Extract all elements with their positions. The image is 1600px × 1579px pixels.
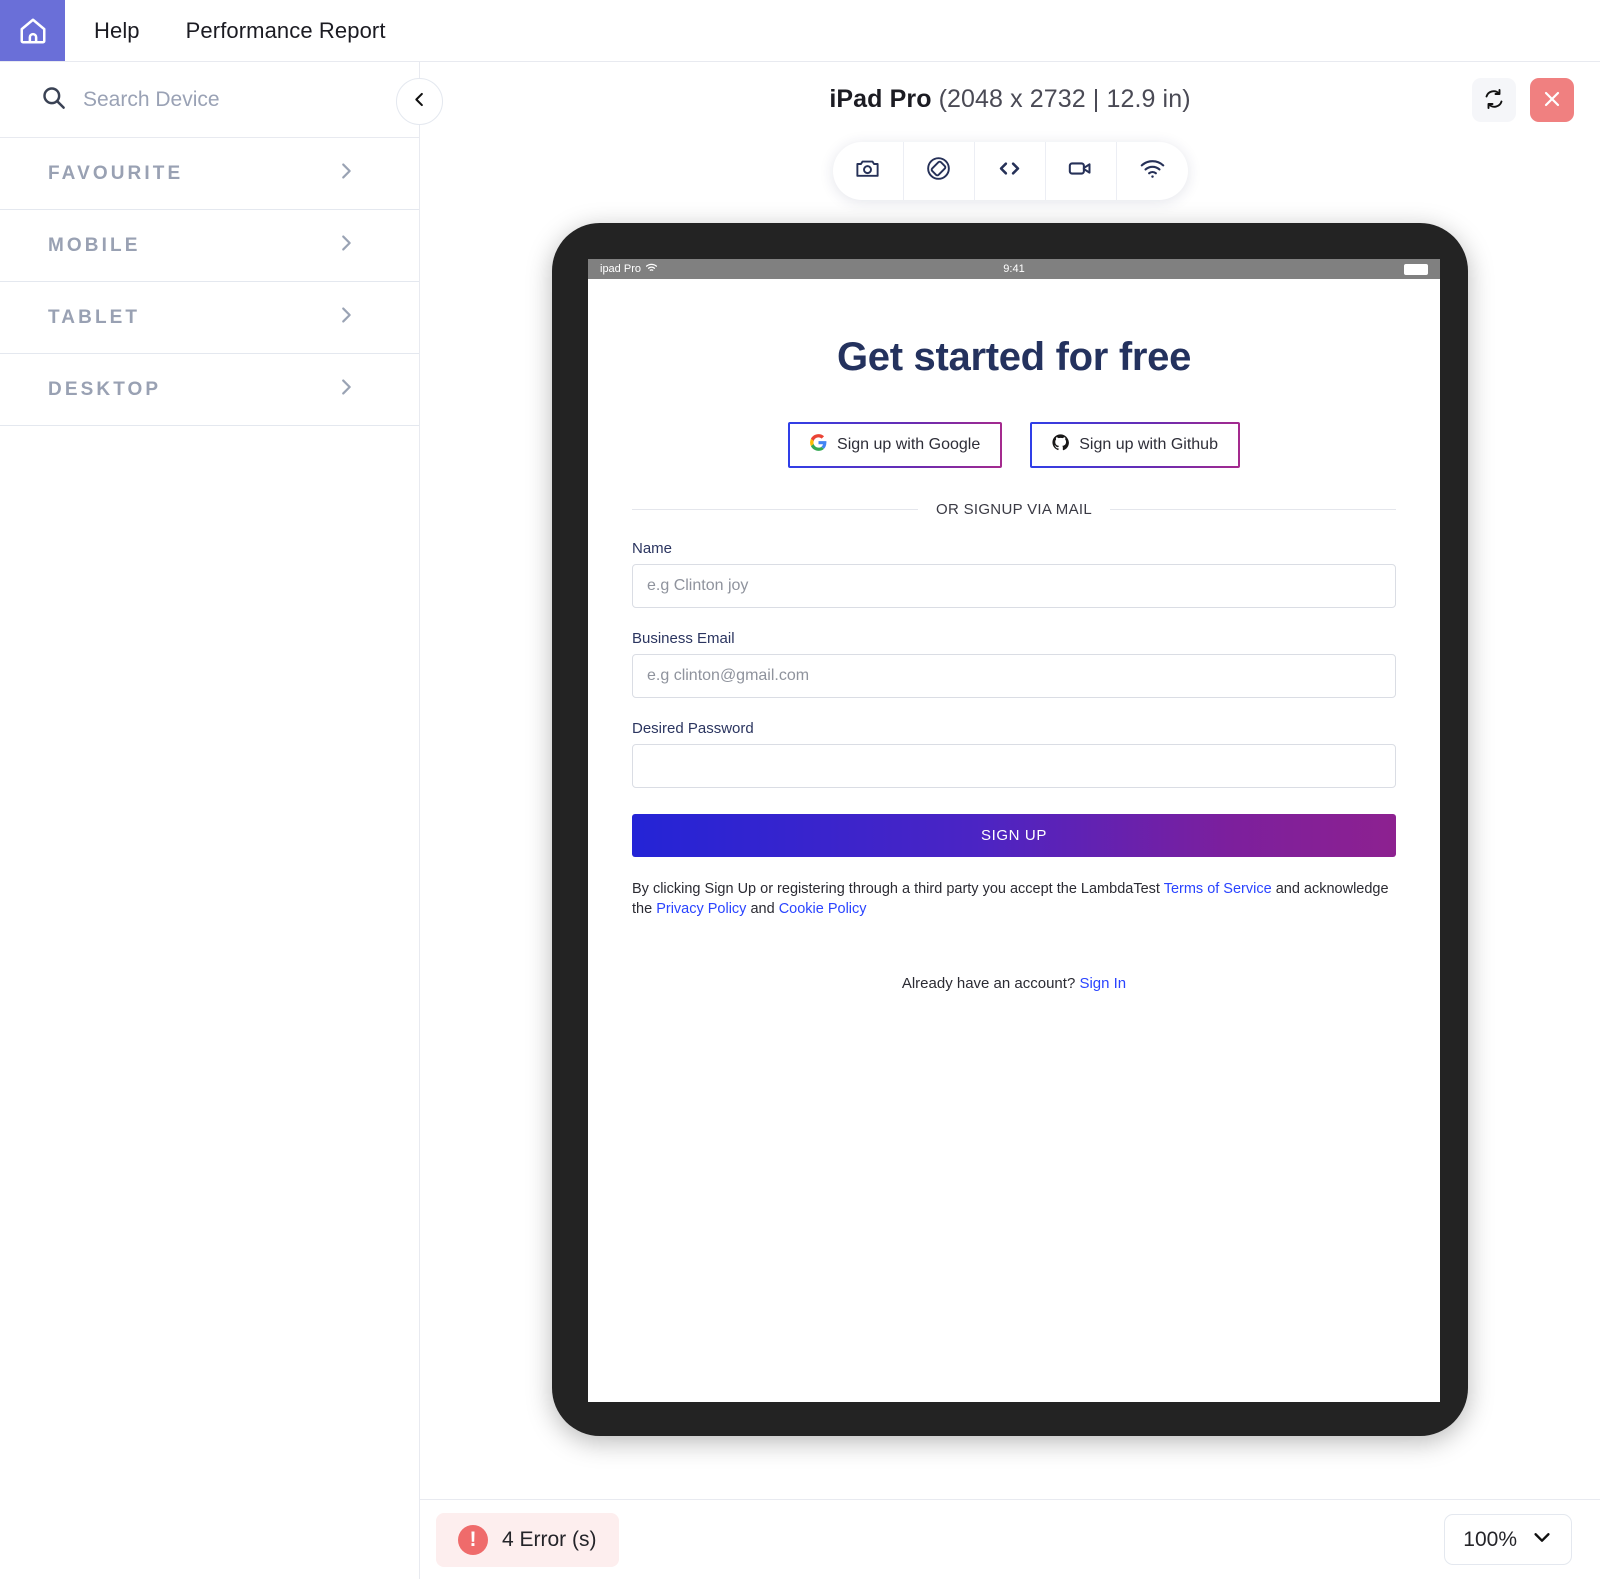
sidebar-item-favourite[interactable]: FAVOURITE	[0, 138, 419, 210]
rotate-device-icon	[925, 155, 952, 187]
signup-with-github-label: Sign up with Github	[1079, 436, 1218, 453]
stage-header: iPad Pro (2048 x 2732 | 12.9 in)	[420, 62, 1600, 136]
signup-heading: Get started for free	[836, 335, 1192, 379]
network-throttle-button[interactable]	[1117, 142, 1188, 200]
device-statusbar: ipad Pro 9:41	[588, 259, 1440, 279]
divider-line-right	[1110, 509, 1397, 510]
search-device-row	[0, 62, 419, 138]
device-screen[interactable]: ipad Pro 9:41 Get started for free Sign …	[588, 259, 1440, 1402]
page-title: iPad Pro (2048 x 2732 | 12.9 in)	[829, 85, 1190, 114]
screenshot-button[interactable]	[833, 142, 904, 200]
sidebar-item-tablet[interactable]: TABLET	[0, 282, 419, 354]
device-sidebar: FAVOURITE MOBILE TABLET DESKTOP	[0, 62, 443, 1579]
divider-line-left	[632, 509, 918, 510]
close-icon	[1540, 87, 1564, 114]
statusbar-carrier: ipad Pro	[600, 263, 641, 275]
sidebar-item-label: TABLET	[48, 306, 141, 328]
divider-label: OR SIGNUP VIA MAIL	[936, 501, 1093, 518]
ipad-pro-frame: ipad Pro 9:41 Get started for free Sign …	[552, 223, 1468, 1436]
sign-in-prompt: Already have an account?	[901, 975, 1080, 993]
zoom-level-select[interactable]: 100%	[1444, 1514, 1572, 1565]
cookie-policy-link[interactable]: Cookie Policy	[779, 901, 867, 917]
chevron-down-icon	[1531, 1526, 1553, 1553]
screenshot-icon	[854, 155, 881, 187]
privacy-policy-link[interactable]: Privacy Policy	[656, 901, 746, 917]
status-bottom-bar: ! 4 Error (s) 100%	[420, 1499, 1600, 1579]
desired-password-input[interactable]	[632, 744, 1396, 788]
record-video-button[interactable]	[1046, 142, 1117, 200]
rotate-device-button[interactable]	[904, 142, 975, 200]
sidebar-collapse-button[interactable]	[396, 78, 443, 125]
network-throttle-icon	[1139, 155, 1166, 187]
sign-in-row: Already have an account? Sign In	[632, 975, 1396, 992]
business-email-input[interactable]	[632, 654, 1396, 698]
sign-up-button[interactable]: SIGN UP	[632, 814, 1396, 857]
name-input[interactable]	[632, 564, 1396, 608]
search-icon	[40, 84, 67, 116]
chevron-right-icon	[335, 232, 357, 259]
close-button[interactable]	[1530, 78, 1574, 122]
device-area: ipad Pro 9:41 Get started for free Sign …	[420, 200, 1600, 1499]
home-icon	[18, 16, 48, 46]
legal-text: By clicking Sign Up or registering throu…	[632, 880, 1396, 919]
refresh-icon	[1482, 87, 1506, 114]
device-toolbar	[832, 142, 1188, 200]
signup-page: Get started for free Sign up with Google…	[588, 279, 1440, 992]
error-count-label: 4 Error (s)	[502, 1527, 597, 1551]
business-email-field-group: Business Email	[632, 630, 1396, 698]
battery-icon	[1404, 263, 1429, 275]
body-wrapper: FAVOURITE MOBILE TABLET DESKTOP	[0, 62, 1600, 1579]
stage-header-actions	[1472, 78, 1574, 122]
zoom-level-value: 100%	[1463, 1527, 1517, 1551]
github-icon	[1052, 434, 1070, 456]
sidebar-item-mobile[interactable]: MOBILE	[0, 210, 419, 282]
alert-icon: !	[458, 1524, 488, 1555]
chevron-right-icon	[335, 160, 357, 187]
desired-password-field-group: Desired Password	[632, 720, 1396, 788]
device-toolbar-wrapper	[420, 142, 1600, 200]
name-field-group: Name	[632, 540, 1396, 608]
error-count-badge[interactable]: ! 4 Error (s)	[436, 1512, 619, 1567]
business-email-field-label: Business Email	[632, 630, 735, 647]
nav-link-performance-report[interactable]: Performance Report	[186, 18, 386, 44]
sidebar-item-label: DESKTOP	[48, 378, 162, 400]
refresh-button[interactable]	[1472, 78, 1516, 122]
device-spec: (2048 x 2732 | 12.9 in)	[938, 84, 1191, 113]
record-video-icon	[1067, 155, 1094, 187]
legal-part-3: and	[746, 900, 779, 917]
desired-password-field-label: Desired Password	[632, 720, 754, 737]
sign-in-link[interactable]: Sign In	[1079, 975, 1126, 992]
social-signup-row: Sign up with Google Sign up with Github	[632, 422, 1396, 468]
top-app-bar: Help Performance Report	[0, 0, 1600, 62]
code-inspector-button[interactable]	[975, 142, 1046, 200]
chevron-left-icon	[410, 90, 429, 114]
terms-of-service-link[interactable]: Terms of Service	[1164, 881, 1272, 897]
legal-part-1: By clicking Sign Up or registering throu…	[632, 881, 1164, 897]
sidebar-item-desktop[interactable]: DESKTOP	[0, 354, 419, 426]
chevron-right-icon	[335, 304, 357, 331]
device-name: iPad Pro	[829, 84, 932, 113]
chevron-right-icon	[335, 376, 357, 403]
device-stage: iPad Pro (2048 x 2732 | 12.9 in) ipad Pr…	[420, 62, 1600, 1579]
statusbar-time: 9:41	[1003, 263, 1025, 275]
statusbar-left: ipad Pro	[600, 261, 1003, 277]
code-inspector-icon	[995, 154, 1024, 188]
name-field-label: Name	[632, 540, 673, 557]
signup-with-google-button[interactable]: Sign up with Google	[788, 422, 1003, 468]
wifi-icon	[645, 261, 658, 277]
signup-with-github-button[interactable]: Sign up with Github	[1030, 422, 1240, 468]
or-divider: OR SIGNUP VIA MAIL	[632, 501, 1397, 518]
signup-with-google-label: Sign up with Google	[837, 436, 981, 453]
appbar-links: Help Performance Report	[65, 0, 386, 61]
statusbar-right	[1025, 263, 1429, 275]
sidebar-item-label: MOBILE	[48, 234, 141, 256]
home-button[interactable]	[0, 0, 65, 61]
nav-link-help[interactable]: Help	[94, 18, 140, 44]
search-input[interactable]	[83, 87, 393, 112]
sidebar-item-label: FAVOURITE	[48, 162, 184, 184]
google-icon	[810, 434, 827, 456]
